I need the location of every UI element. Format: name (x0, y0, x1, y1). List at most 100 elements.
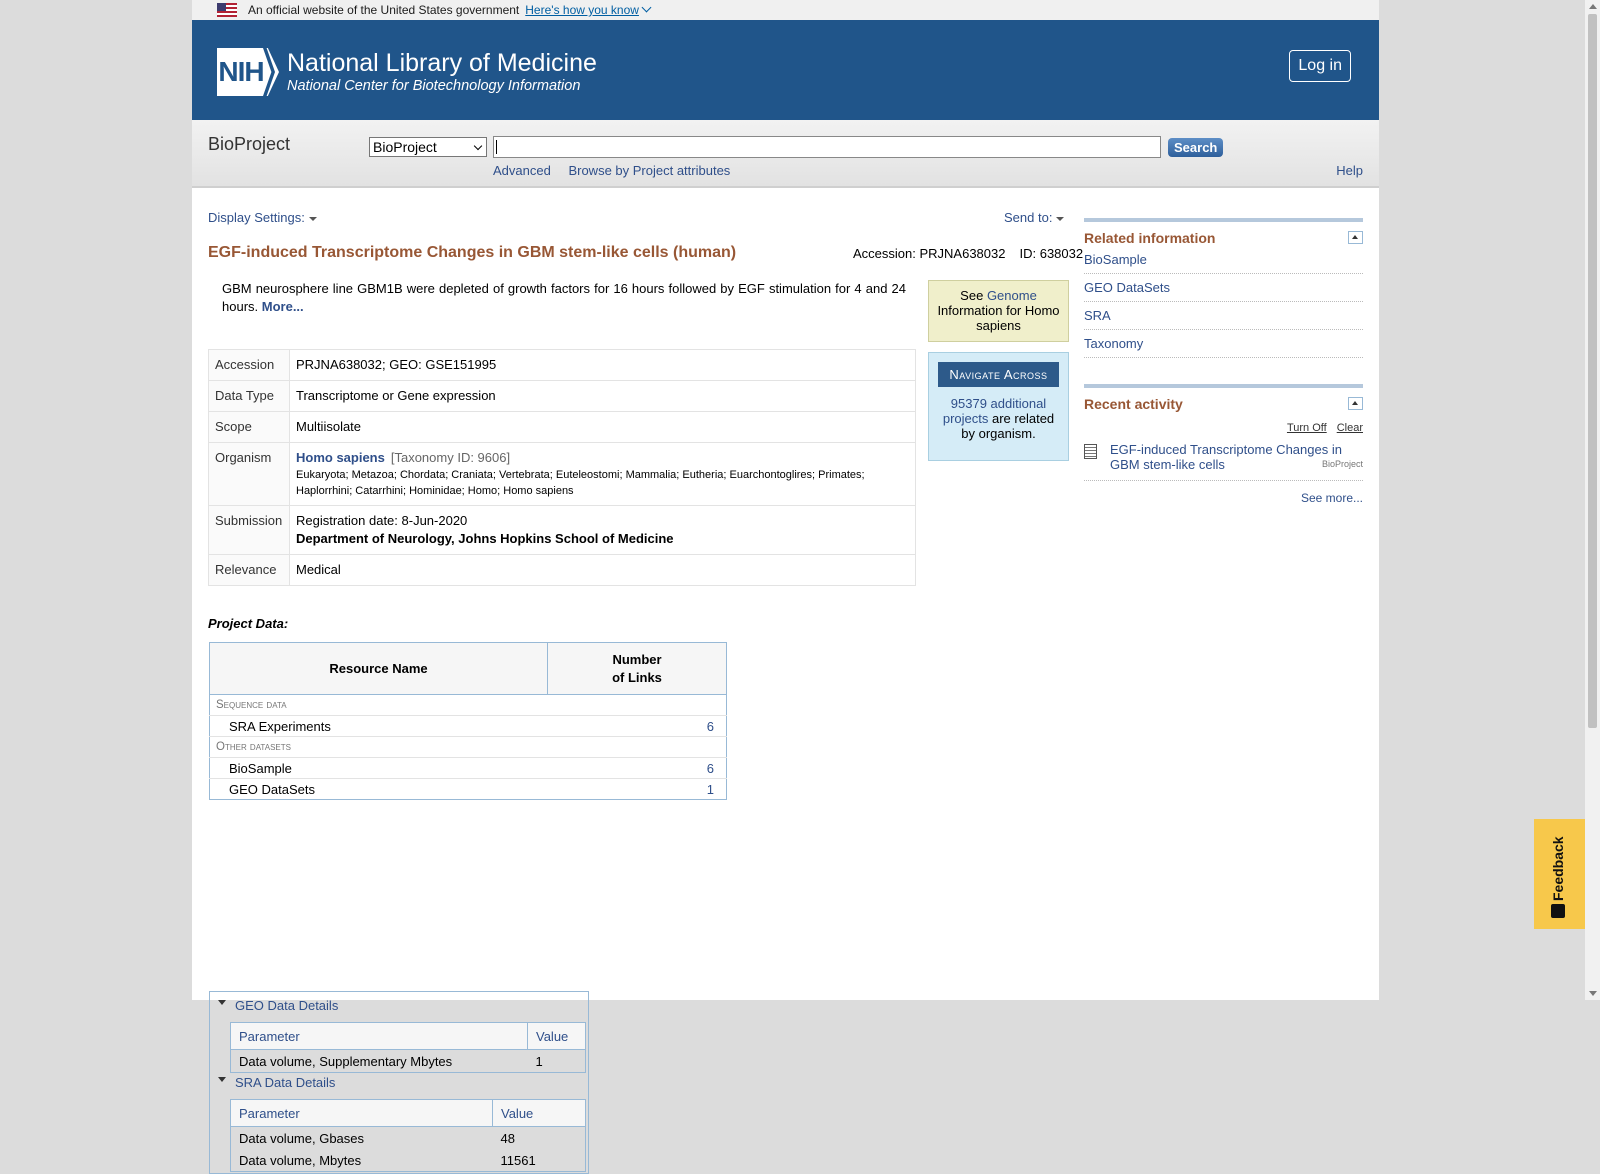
recent-item-link[interactable]: EGF-induced Transcriptome Changes in GBM… (1110, 442, 1342, 472)
related-item-biosample[interactable]: BioSample (1084, 246, 1363, 274)
parameter-value: 11561 (500, 1152, 536, 1168)
us-flag-icon (217, 3, 237, 17)
scroll-up-icon[interactable] (1589, 4, 1597, 9)
registration-date: Registration date: 8-Jun-2020 (296, 513, 468, 528)
record-id: ID: 638032 (1019, 246, 1084, 261)
ncbi-subtitle: National Center for Biotechnology Inform… (287, 78, 581, 94)
collapse-toggle-icon[interactable] (1348, 231, 1363, 244)
table-row: Organism Homo sapiens [Taxonomy ID: 9606]… (208, 442, 916, 506)
organism-lineage: Eukaryota; Metazoa; Chordata; Craniata; … (296, 469, 865, 497)
description-text: GBM neurosphere line GBM1B were depleted… (222, 281, 906, 314)
advanced-link[interactable]: Advanced (493, 163, 551, 178)
links-header-line2: of Links (612, 669, 662, 685)
row-label: Accession (208, 349, 290, 381)
search-input[interactable] (493, 136, 1161, 158)
login-button[interactable]: Log in (1289, 50, 1351, 82)
send-to-menu[interactable]: Send to: (1004, 210, 1065, 225)
parameter-name: Data volume, Gbases (239, 1130, 365, 1146)
table-row: Submission Registration date: 8-Jun-2020… (208, 505, 916, 555)
page-scrollbar[interactable] (1585, 0, 1600, 1000)
column-header-value: Value (527, 1022, 586, 1050)
record-description: GBM neurosphere line GBM1B were depleted… (222, 280, 906, 316)
record-title: EGF-induced Transcriptome Changes in GBM… (208, 244, 737, 261)
clear-link[interactable]: Clear (1337, 422, 1363, 434)
parameter-name: Data volume, Supplementary Mbytes (239, 1053, 453, 1069)
search-button[interactable]: Search (1168, 138, 1224, 157)
site-header: NIH National Library of Medicine Nationa… (192, 20, 1379, 120)
geo-details-table: Parameter Value Data volume, Supplementa… (230, 1022, 586, 1073)
genome-link[interactable]: Genome (987, 288, 1037, 303)
nih-logo-text: NIH (218, 56, 264, 87)
data-type-value: Transcriptome or Gene expression (289, 380, 916, 412)
row-label: Relevance (208, 554, 290, 586)
scroll-down-icon[interactable] (1589, 991, 1597, 996)
navigate-across-heading: Navigate Across (938, 362, 1059, 387)
send-to-label: Send to: (1004, 210, 1053, 225)
related-information-portlet: Related information BioSample GEO DataSe… (1084, 218, 1363, 358)
browse-attributes-link[interactable]: Browse by Project attributes (568, 163, 730, 178)
sra-details-title: SRA Data Details (235, 1075, 336, 1090)
recent-title-text: Recent activity (1084, 396, 1183, 412)
recent-activity-portlet: Recent activity Turn Off Clear EGF-induce… (1084, 384, 1363, 505)
record-details-table: Accession PRJNA638032; GEO: GSE151995 Da… (208, 349, 916, 586)
table-row: Data volume, Supplementary Mbytes 1 (231, 1050, 586, 1073)
help-link[interactable]: Help (1336, 163, 1363, 178)
turn-off-link[interactable]: Turn Off (1287, 422, 1327, 434)
related-item-taxonomy[interactable]: Taxonomy (1084, 330, 1363, 358)
resource-link-count[interactable]: 6 (547, 715, 727, 737)
parameter-name: Data volume, Mbytes (239, 1152, 362, 1168)
related-item-geo-datasets[interactable]: GEO DataSets (1084, 274, 1363, 302)
submitter-organization: Department of Neurology, Johns Hopkins S… (296, 531, 674, 546)
organism-link[interactable]: Homo sapiens (296, 450, 385, 465)
caret-down-icon (308, 216, 317, 221)
column-header-parameter: Parameter (230, 1022, 528, 1050)
see-more-link[interactable]: See more... (1084, 491, 1363, 505)
recent-controls: Turn Off Clear (1084, 422, 1363, 434)
gov-banner: An official website of the United States… (192, 0, 1379, 20)
chevron-down-icon (641, 2, 652, 13)
column-header-links: Number of Links (547, 642, 727, 695)
portlet-bar (1084, 384, 1363, 388)
portlet-bar (1084, 218, 1363, 222)
links-header-line1: Number (612, 651, 662, 667)
sra-details-toggle[interactable]: SRA Data Details (218, 1075, 335, 1090)
gov-banner-text: An official website of the United States… (248, 3, 520, 17)
column-header-value: Value (492, 1099, 586, 1127)
database-select[interactable]: BioProject (369, 137, 487, 157)
recent-item-db: BioProject (1321, 459, 1363, 469)
table-header-row: Resource Name Number of Links (209, 642, 727, 695)
resource-link-count[interactable]: 1 (548, 779, 727, 800)
display-settings-menu[interactable]: Display Settings: (208, 210, 317, 225)
recent-activity-item: EGF-induced Transcriptome Changes in GBM… (1084, 442, 1363, 481)
parameter-value: 48 (500, 1130, 515, 1146)
table-row: Data volume, Mbytes 11561 (231, 1149, 586, 1172)
taxonomy-id: [Taxonomy ID: 9606] (390, 450, 511, 465)
how-you-know-link[interactable]: Here's how you know (525, 2, 652, 17)
feedback-label: Feedback (1550, 836, 1566, 901)
table-row: Data Type Transcriptome or Gene expressi… (208, 380, 916, 412)
table-row: Data volume, Gbases 48 (231, 1127, 586, 1150)
category-label: Sequence data (209, 694, 727, 716)
column-header-parameter: Parameter (230, 1099, 493, 1127)
related-information-title: Related information (1084, 230, 1363, 246)
recent-activity-title: Recent activity (1084, 396, 1363, 412)
resource-name: GEO DataSets (229, 781, 315, 797)
nlm-logo[interactable]: NIH National Library of Medicine Nationa… (217, 48, 597, 96)
genome-box: See Genome Information for Homo sapiens (928, 280, 1069, 342)
collapse-toggle-icon[interactable] (1348, 397, 1363, 410)
row-label: Submission (208, 505, 290, 555)
scrollbar-thumb[interactable] (1588, 14, 1597, 728)
related-item-sra[interactable]: SRA (1084, 302, 1363, 330)
feedback-button[interactable]: Feedback (1534, 819, 1585, 929)
table-header-row: Parameter Value (230, 1022, 586, 1050)
search-bar: BioProject BioProject Search Advanced Br… (192, 120, 1379, 188)
resource-link-count[interactable]: 6 (547, 757, 727, 779)
more-link[interactable]: More... (262, 299, 304, 314)
parameter-value: 1 (535, 1053, 543, 1069)
related-title-text: Related information (1084, 230, 1216, 246)
project-data-table: Resource Name Number of Links Sequence da… (209, 642, 727, 800)
accession-line: Accession: PRJNA638032 ID: 638032 (839, 246, 1083, 261)
geo-details-toggle[interactable]: GEO Data Details (218, 998, 338, 1013)
table-row: Scope Multiisolate (208, 411, 916, 443)
table-header-row: Parameter Value (230, 1099, 586, 1127)
